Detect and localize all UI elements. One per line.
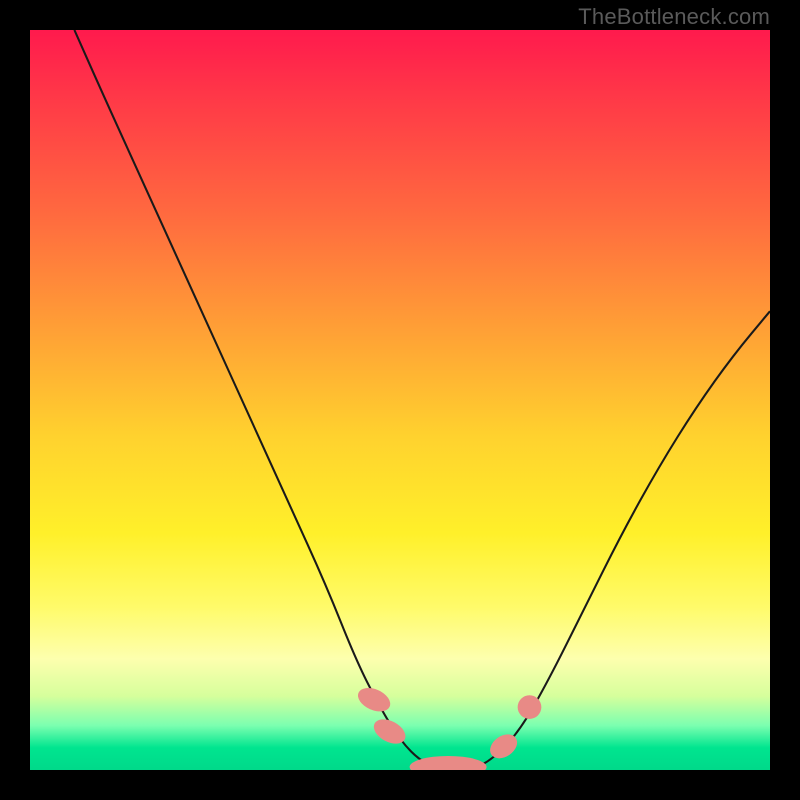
bottleneck-curve <box>74 30 770 770</box>
marker-capsule <box>410 756 487 770</box>
curve-markers <box>354 683 541 770</box>
marker-circle <box>518 695 542 719</box>
plot-area <box>30 30 770 770</box>
marker-capsule <box>354 683 394 716</box>
chart-frame: TheBottleneck.com <box>0 0 800 800</box>
bottleneck-curve-svg <box>30 30 770 770</box>
watermark-text: TheBottleneck.com <box>578 4 770 30</box>
